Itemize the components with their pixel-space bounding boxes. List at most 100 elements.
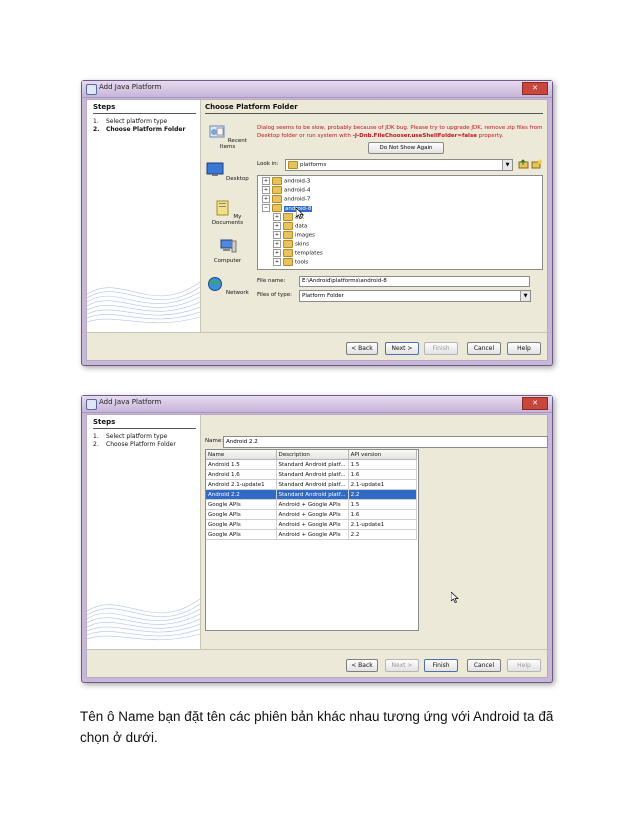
folder-icon: [283, 222, 293, 230]
column-header-name[interactable]: Name: [206, 450, 277, 460]
next-button[interactable]: Next >: [385, 659, 419, 672]
documents-icon: [216, 200, 229, 216]
chevron-down-icon[interactable]: ▼: [520, 291, 530, 301]
tree-item[interactable]: + templates: [273, 249, 323, 258]
table-row[interactable]: Google APIs Android + Google APIs 1.6: [206, 509, 417, 520]
do-not-show-again-button[interactable]: Do Not Show Again: [368, 142, 444, 154]
folder-icon: [283, 249, 293, 257]
tree-item[interactable]: + android-3: [262, 177, 310, 186]
step-item: 1. Select platform type: [93, 118, 168, 125]
step-item: 1. Select platform type: [93, 433, 168, 440]
file-name-label: File name:: [257, 278, 286, 284]
platform-table[interactable]: Name Description API version Android 1.5…: [205, 449, 419, 631]
caption-paragraph: Tên ô Name bạn đặt tên các phiên bản khá…: [80, 709, 554, 745]
panel-title: Choose Platform Folder: [205, 103, 298, 111]
back-button[interactable]: < Back: [346, 342, 378, 355]
steps-title: Steps: [93, 103, 116, 111]
wizard-footer: < Back Next > Finish Cancel Help: [87, 332, 547, 360]
folder-open-icon: [272, 204, 282, 212]
folder-icon: [283, 240, 293, 248]
table-row[interactable]: Android 2.1-update1 Standard Android plat…: [206, 479, 417, 490]
recent-items-icon: [209, 125, 225, 138]
steps-panel: Steps 1. Select platform type 2. Choose Pl…: [87, 100, 201, 332]
network-globe-icon: [208, 277, 223, 291]
steps-title: Steps: [93, 418, 116, 426]
dialog-body: Steps 1. Select platform type 2. Choose Pl…: [86, 99, 548, 361]
table-row[interactable]: Android 1.5 Standard Android platf... 1.5: [206, 459, 417, 470]
table-row[interactable]: Google APIs Android + Google APIs 2.1-upda…: [206, 519, 417, 530]
place-network[interactable]: Network: [205, 276, 250, 296]
mouse-cursor-icon: [451, 592, 459, 603]
table-row[interactable]: Android 1.6 Standard Android platf... 1.6: [206, 469, 417, 480]
help-button[interactable]: Help: [507, 659, 541, 672]
name-input[interactable]: Android 2.2: [223, 436, 548, 448]
tree-item-selected[interactable]: − android-8: [262, 204, 313, 213]
title-bar[interactable]: Add Java Platform ✕: [82, 81, 552, 98]
folder-tree[interactable]: + android-3 + android-4 + android-7 − androi…: [257, 175, 543, 270]
tree-item[interactable]: + tools: [273, 258, 308, 267]
file-name-input[interactable]: E:\Android\platforms\android-8: [299, 276, 530, 287]
finish-button[interactable]: Finish: [424, 659, 458, 672]
new-folder-icon[interactable]: [531, 159, 542, 169]
choose-folder-panel: Choose Platform Folder Recent Items Desk…: [205, 100, 543, 332]
computer-icon: [220, 239, 236, 253]
table-row-selected[interactable]: Android 2.2 Standard Android platf... 2.2: [206, 489, 417, 500]
tree-item[interactable]: + android-4: [262, 186, 310, 195]
add-java-platform-dialog-folder: Add Java Platform ✕ Steps 1. Select platf…: [81, 80, 553, 366]
table-row[interactable]: Google APIs Android + Google APIs 2.2: [206, 529, 417, 540]
chevron-down-icon[interactable]: ▼: [502, 160, 512, 170]
close-icon[interactable]: ✕: [522, 397, 548, 410]
window-title: Add Java Platform: [99, 83, 162, 91]
table-header-row: Name Description API version: [206, 450, 417, 460]
next-button[interactable]: Next >: [385, 342, 419, 355]
title-bar[interactable]: Add Java Platform ✕: [82, 396, 552, 413]
desktop-icon: [206, 162, 224, 176]
name-label: Name:: [205, 438, 224, 444]
platform-table-grid[interactable]: Name Description API version Android 1.5…: [206, 450, 417, 540]
steps-panel: Steps 1. Select platform type 2. Choose Pl…: [87, 415, 201, 649]
tree-item[interactable]: + skins: [273, 240, 309, 249]
decorative-wave-image: [87, 598, 200, 641]
place-my-documents[interactable]: My Documents: [205, 200, 250, 226]
add-java-platform-dialog-name: Add Java Platform ✕ Steps 1. Select platf…: [81, 395, 553, 683]
column-header-api-version[interactable]: API version: [348, 450, 417, 460]
platform-name-panel: Name: Android 2.2 Name Description API v…: [205, 415, 548, 649]
files-of-type-label: Files of type:: [257, 292, 293, 298]
files-of-type-combo[interactable]: Platform Folder ▼: [299, 290, 531, 302]
folder-icon: [272, 177, 282, 185]
java-platform-icon: [86, 84, 97, 95]
java-platform-icon: [86, 399, 97, 410]
look-in-label: Look in:: [257, 161, 279, 167]
cancel-button[interactable]: Cancel: [467, 342, 501, 355]
dialog-body: Steps 1. Select platform type 2. Choose Pl…: [86, 414, 548, 678]
place-desktop[interactable]: Desktop: [205, 162, 250, 182]
steps-list: 1. Select platform type 2. Choose Platform…: [93, 118, 185, 134]
help-button[interactable]: Help: [507, 342, 541, 355]
place-computer[interactable]: Computer: [205, 238, 250, 264]
folder-icon: [283, 213, 293, 221]
mouse-cursor-icon: [296, 208, 304, 219]
column-header-description[interactable]: Description: [276, 450, 349, 460]
wizard-footer: < Back Next > Finish Cancel Help: [87, 649, 547, 677]
table-row[interactable]: Google APIs Android + Google APIs 1.5: [206, 499, 417, 510]
look-in-combo[interactable]: platforms ▼: [285, 159, 513, 171]
tree-item[interactable]: + data: [273, 222, 307, 231]
close-icon[interactable]: ✕: [522, 82, 548, 95]
folder-icon: [283, 231, 293, 239]
steps-list: 1. Select platform type 2. Choose Platform…: [93, 433, 176, 449]
tree-item[interactable]: + images: [273, 231, 315, 240]
window-title: Add Java Platform: [99, 398, 162, 406]
folder-icon: [288, 160, 298, 169]
slow-dialog-warning: Dialog seems to be slow, probably becaus…: [257, 125, 543, 139]
tree-item[interactable]: + android-7: [262, 195, 310, 204]
place-recent-items[interactable]: Recent Items: [205, 124, 250, 150]
up-folder-icon[interactable]: [518, 159, 529, 169]
decorative-wave-image: [87, 281, 200, 324]
back-button[interactable]: < Back: [346, 659, 378, 672]
step-item-current: 2. Choose Platform Folder: [93, 126, 186, 133]
step-item: 2. Choose Platform Folder: [93, 441, 176, 448]
cancel-button[interactable]: Cancel: [467, 659, 501, 672]
folder-icon: [283, 258, 293, 266]
folder-icon: [272, 186, 282, 194]
finish-button[interactable]: Finish: [424, 342, 458, 355]
